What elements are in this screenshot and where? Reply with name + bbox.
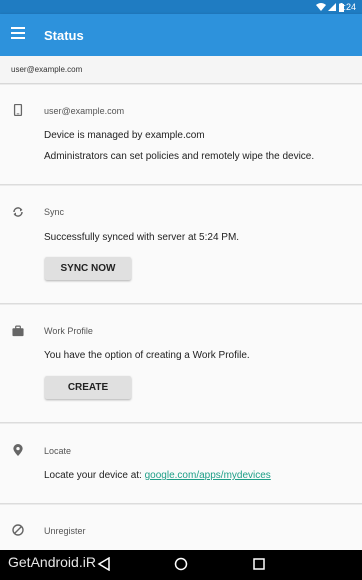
locate-heading: Locate [44, 446, 72, 456]
create-button[interactable]: CREATE [45, 376, 131, 399]
sync-status-text: Successfully synced with server at 5:24 … [44, 232, 240, 243]
device-policy-text: Administrators can set policies and remo… [44, 151, 315, 162]
work-profile-heading: Work Profile [44, 326, 93, 336]
block-icon [12, 524, 24, 536]
work-profile-text: You have the option of creating a Work P… [44, 350, 250, 361]
home-icon[interactable] [174, 557, 188, 571]
unregister-card[interactable]: Unregister [0, 505, 362, 550]
screen: 5:24 Status user@example.com user@exampl… [0, 0, 362, 580]
sync-now-button[interactable]: SYNC NOW [45, 257, 131, 280]
device-heading: user@example.com [44, 106, 125, 116]
sync-card: Sync Successfully synced with server at … [0, 186, 362, 304]
recents-icon[interactable] [252, 557, 266, 571]
phone-icon [13, 104, 23, 116]
location-pin-icon [13, 444, 23, 456]
signal-icon [328, 3, 336, 11]
locate-text: Locate your device at: google.com/apps/m… [44, 470, 271, 481]
menu-icon[interactable] [11, 27, 25, 41]
locate-card: Locate Locate your device at: google.com… [0, 424, 362, 504]
unregister-heading: Unregister [44, 526, 86, 536]
status-bar: 5:24 [0, 0, 362, 14]
briefcase-icon [12, 325, 24, 337]
account-email: user@example.com [11, 65, 83, 74]
app-bar: Status [0, 14, 362, 56]
device-card: user@example.com Device is managed by ex… [0, 85, 362, 185]
device-managed-text: Device is managed by example.com [44, 130, 205, 141]
status-time: 5:24 [338, 2, 356, 12]
locate-link[interactable]: google.com/apps/mydevices [145, 470, 271, 481]
locate-prefix: Locate your device at: [44, 470, 145, 481]
account-bar: user@example.com [0, 56, 362, 84]
work-profile-card: Work Profile You have the option of crea… [0, 305, 362, 423]
wifi-icon [316, 3, 326, 11]
sync-icon [13, 207, 23, 217]
page-title: Status [44, 28, 84, 43]
sync-heading: Sync [44, 207, 65, 217]
back-icon[interactable] [97, 557, 111, 571]
watermark: GetAndroid.iR [8, 554, 96, 570]
